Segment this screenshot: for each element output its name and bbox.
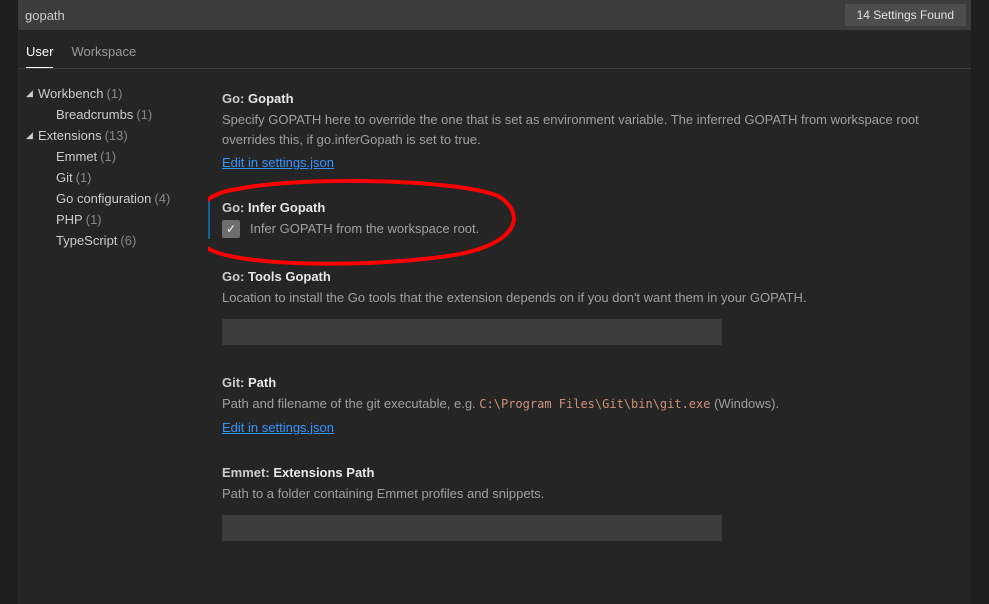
setting-name: Extensions Path [273,465,374,480]
tree-count: (1) [107,86,123,101]
tree-goconfig[interactable]: Go configuration (4) [26,188,208,209]
setting-description: Specify GOPATH here to override the one … [222,110,961,149]
tree-emmet[interactable]: Emmet (1) [26,146,208,167]
tree-label: Git [56,170,73,185]
check-icon: ✓ [226,222,236,236]
setting-emmet-extensions-path: Emmet: Extensions Path Path to a folder … [208,465,961,542]
tree-label: Emmet [56,149,97,164]
tree-count: (1) [86,212,102,227]
tab-workspace[interactable]: Workspace [71,44,136,68]
setting-description: Path and filename of the git executable,… [222,394,961,414]
setting-name: Infer Gopath [248,200,325,215]
setting-go-gopath: Go: Gopath Specify GOPATH here to overri… [208,91,961,170]
settings-list: Go: Gopath Specify GOPATH here to overri… [208,69,971,603]
tree-count: (1) [136,107,152,122]
checkbox-infer-gopath[interactable]: ✓ [222,220,240,238]
setting-name: Tools Gopath [248,269,331,284]
tree-label: Breadcrumbs [56,107,133,122]
tab-user[interactable]: User [26,44,53,68]
setting-prefix: Go: [222,200,244,215]
setting-description: Infer GOPATH from the workspace root. [250,219,479,239]
tools-gopath-input[interactable] [222,319,722,345]
chevron-down-icon: ◢ [26,130,36,141]
tree-count: (13) [105,128,128,143]
tree-label: TypeScript [56,233,117,248]
setting-git-path: Git: Path Path and filename of the git e… [208,375,961,435]
setting-description: Location to install the Go tools that th… [222,288,961,308]
tree-count: (4) [154,191,170,206]
tree-count: (1) [76,170,92,185]
search-bar: 14 Settings Found [18,0,971,30]
setting-go-tools-gopath: Go: Tools Gopath Location to install the… [208,269,961,346]
edit-in-settings-json-link[interactable]: Edit in settings.json [222,420,334,435]
tree-breadcrumbs[interactable]: Breadcrumbs (1) [26,104,208,125]
tree-count: (6) [120,233,136,248]
tree-label: PHP [56,212,83,227]
setting-prefix: Go: [222,269,244,284]
scope-tabs: User Workspace [18,30,971,69]
tree-typescript[interactable]: TypeScript (6) [26,230,208,251]
setting-name: Path [248,375,276,390]
tree-git[interactable]: Git (1) [26,167,208,188]
setting-name: Gopath [248,91,294,106]
tree-php[interactable]: PHP (1) [26,209,208,230]
setting-description: Path to a folder containing Emmet profil… [222,484,961,504]
tree-count: (1) [100,149,116,164]
chevron-down-icon: ◢ [26,88,36,99]
tree-label: Extensions [38,128,102,143]
search-input[interactable] [25,8,845,23]
setting-prefix: Go: [222,91,244,106]
tree-label: Workbench [38,86,104,101]
results-count-badge: 14 Settings Found [845,4,966,26]
setting-go-infer-gopath: Go: Infer Gopath ✓ Infer GOPATH from the… [208,200,961,239]
setting-prefix: Emmet: [222,465,270,480]
tree-extensions[interactable]: ◢ Extensions (13) [26,125,208,146]
setting-prefix: Git: [222,375,244,390]
tree-workbench[interactable]: ◢ Workbench (1) [26,83,208,104]
edit-in-settings-json-link[interactable]: Edit in settings.json [222,155,334,170]
emmet-extensions-path-input[interactable] [222,515,722,541]
tree-label: Go configuration [56,191,151,206]
settings-tree: ◢ Workbench (1) Breadcrumbs (1) ◢ Extens… [18,69,208,603]
